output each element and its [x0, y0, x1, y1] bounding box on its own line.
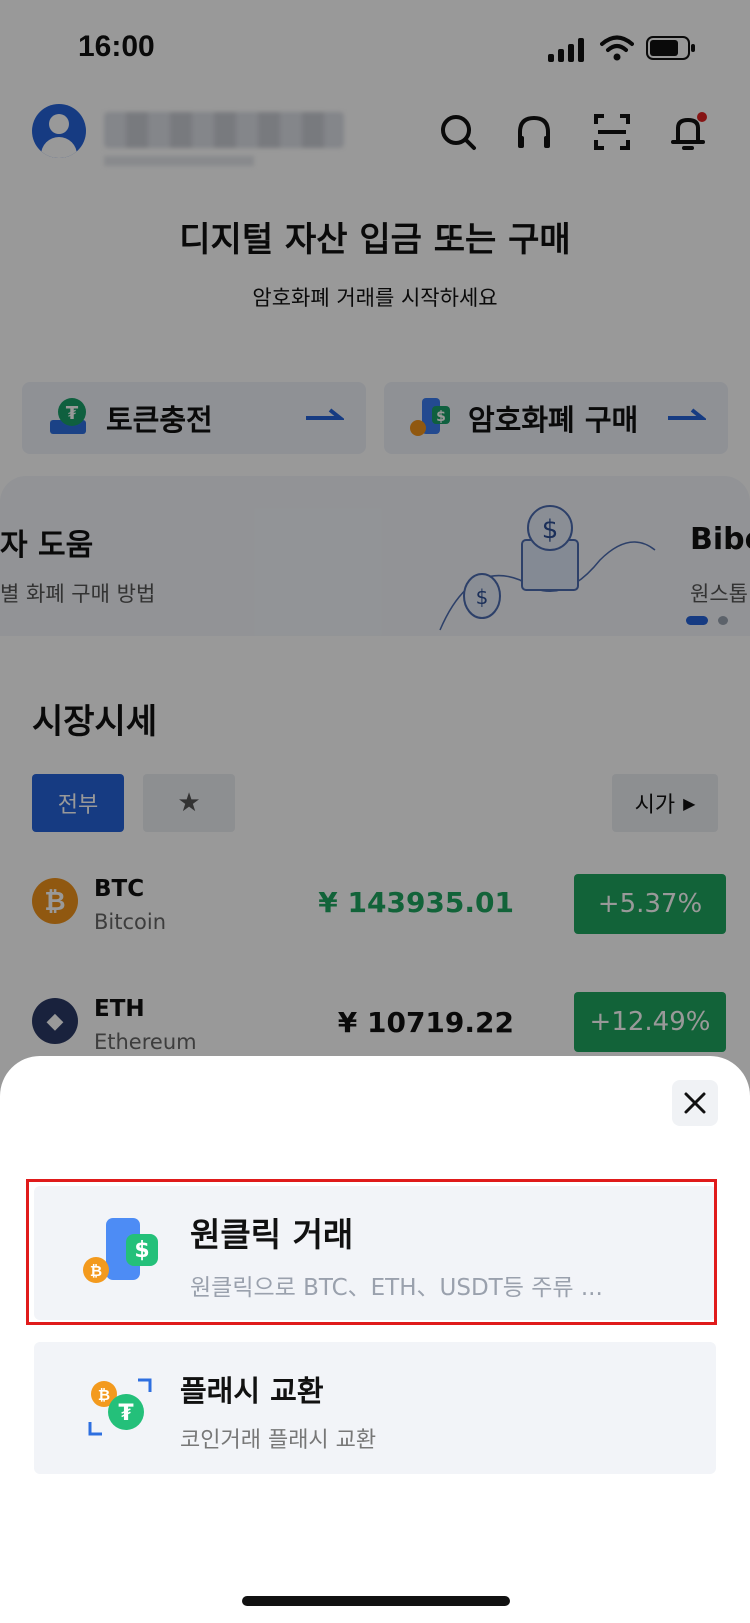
close-button[interactable]: [672, 1080, 718, 1126]
option-description: 코인거래 플래시 교환: [180, 1428, 377, 1453]
home-indicator[interactable]: [242, 1596, 510, 1606]
selection-highlight: [26, 1179, 717, 1325]
close-icon: [684, 1092, 706, 1114]
svg-text:₿: ₿: [98, 1386, 110, 1404]
option-title: 플래시 교환: [180, 1374, 324, 1408]
svg-text:₮: ₮: [118, 1401, 134, 1426]
flash-exchange-icon: ₿ ₮: [88, 1378, 152, 1436]
bottom-sheet: [0, 1056, 750, 1623]
flash-exchange-option[interactable]: ₿ ₮ 플래시 교환 코인거래 플래시 교환: [34, 1342, 716, 1474]
